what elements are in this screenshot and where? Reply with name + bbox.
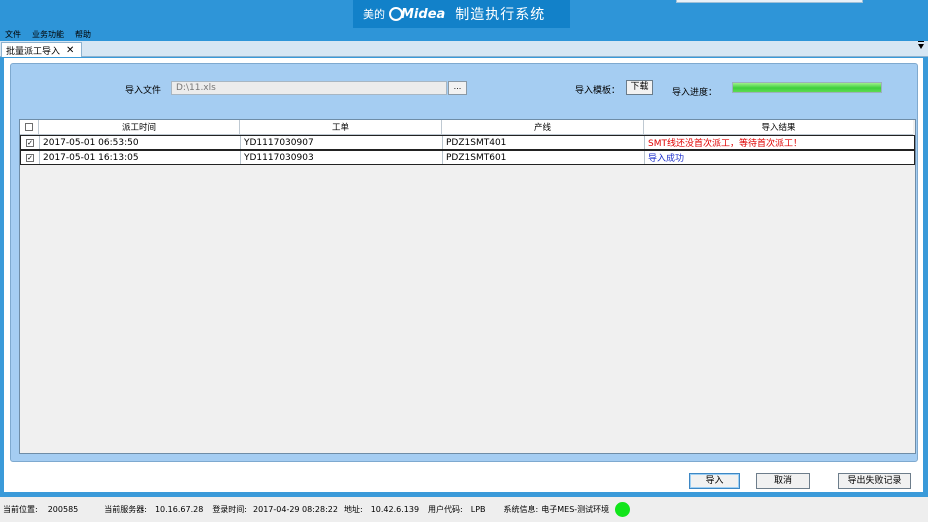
tab-label: 批量派工导入 [6, 46, 61, 57]
tab-strip: 批量派工导入 ✕ [0, 41, 928, 57]
brand-banner: 美的 Midea 制造执行系统 [353, 0, 570, 28]
cell-production-line: PDZ1SMT601 [443, 151, 645, 164]
header-search-box[interactable] [676, 0, 863, 3]
menu-bar: 文件 业务功能 帮助 [0, 29, 928, 41]
import-panel: 导入文件 ... 导入模板： 下载 导入进度： 派工时间 工单 产线 导入结果 … [10, 63, 918, 462]
row-checkbox[interactable]: ✓ [26, 138, 34, 147]
status-bar: 当前位置: 200585 当前服务器: 10.16.67.28 登录时间: 20… [0, 497, 928, 522]
table-row[interactable]: ✓ 2017-05-01 06:53:50 YD1117030907 PDZ1S… [20, 135, 915, 150]
browse-button[interactable]: ... [448, 81, 467, 95]
system-title: 制造执行系统 [455, 7, 546, 23]
cell-dispatch-time: 2017-05-01 16:13:05 [40, 151, 241, 164]
import-progress-bar [732, 82, 882, 93]
status-user-label: 用户代码: [428, 505, 463, 514]
tab-batch-dispatch-import[interactable]: 批量派工导入 ✕ [1, 42, 82, 57]
menu-file[interactable]: 文件 [5, 29, 21, 41]
status-address-label: 地址: [343, 505, 363, 514]
import-progress-fill [733, 83, 881, 92]
row-checkbox[interactable]: ✓ [26, 153, 34, 162]
select-all-checkbox[interactable] [25, 123, 33, 131]
brand-name-cn: 美的 [363, 8, 385, 21]
brand-logo-text: Midea [401, 6, 446, 22]
cell-import-result: SMT线还没首次派工，等待首次派工！ [648, 139, 802, 149]
cell-work-order: YD1117030907 [241, 136, 443, 149]
close-icon[interactable]: ✕ [66, 45, 74, 56]
status-server-label: 当前服务器: [104, 505, 147, 514]
import-file-input[interactable] [171, 81, 447, 95]
column-header-line[interactable]: 产线 [442, 120, 644, 135]
menu-business[interactable]: 业务功能 [32, 29, 64, 41]
row-select-cell: ✓ [21, 136, 40, 149]
main-content: 导入文件 ... 导入模板： 下载 导入进度： 派工时间 工单 产线 导入结果 … [4, 58, 923, 492]
column-header-result[interactable]: 导入结果 [644, 120, 913, 135]
status-position-label: 当前位置: [3, 505, 38, 514]
status-server-value: 10.16.67.28 [154, 505, 204, 514]
menu-help[interactable]: 帮助 [75, 29, 91, 41]
cell-import-result: 导入成功 [648, 154, 685, 164]
cell-production-line: PDZ1SMT401 [443, 136, 645, 149]
download-template-button[interactable]: 下载 [626, 80, 653, 95]
import-button[interactable]: 导入 [689, 473, 740, 489]
tab-list-dropdown-icon[interactable] [918, 41, 924, 49]
select-all-cell [20, 120, 39, 135]
cancel-button[interactable]: 取消 [756, 473, 810, 489]
column-header-order[interactable]: 工单 [240, 120, 442, 135]
status-address-value: 10.42.6.139 [370, 505, 420, 514]
status-sysinfo-label: 系统信息: [503, 505, 539, 514]
cell-work-order: YD1117030903 [241, 151, 443, 164]
app-header: 美的 Midea 制造执行系统 [0, 0, 928, 30]
dispatch-grid: 派工时间 工单 产线 导入结果 ✓ 2017-05-01 06:53:50 YD… [19, 119, 916, 454]
connection-status-icon [615, 502, 631, 517]
status-login-label: 登录时间: [212, 505, 248, 514]
midea-logo: Midea [389, 7, 445, 22]
status-sysinfo-value: 电子MES-测试环境 [541, 505, 610, 514]
table-row[interactable]: ✓ 2017-05-01 16:13:05 YD1117030903 PDZ1S… [20, 150, 915, 165]
cell-dispatch-time: 2017-05-01 06:53:50 [40, 136, 241, 149]
status-login-value: 2017-04-29 08:28:22 [253, 505, 338, 514]
import-file-label: 导入文件 [125, 86, 162, 96]
row-select-cell: ✓ [21, 151, 40, 164]
status-user-value: LPB [470, 505, 486, 514]
import-progress-label: 导入进度： [672, 88, 718, 98]
export-failed-records-button[interactable]: 导出失败记录 [838, 473, 911, 489]
grid-header-row: 派工时间 工单 产线 导入结果 [20, 120, 913, 135]
column-header-time[interactable]: 派工时间 [39, 120, 240, 135]
import-template-label: 导入模板： [575, 86, 621, 96]
status-position-value: 200585 [47, 505, 79, 514]
